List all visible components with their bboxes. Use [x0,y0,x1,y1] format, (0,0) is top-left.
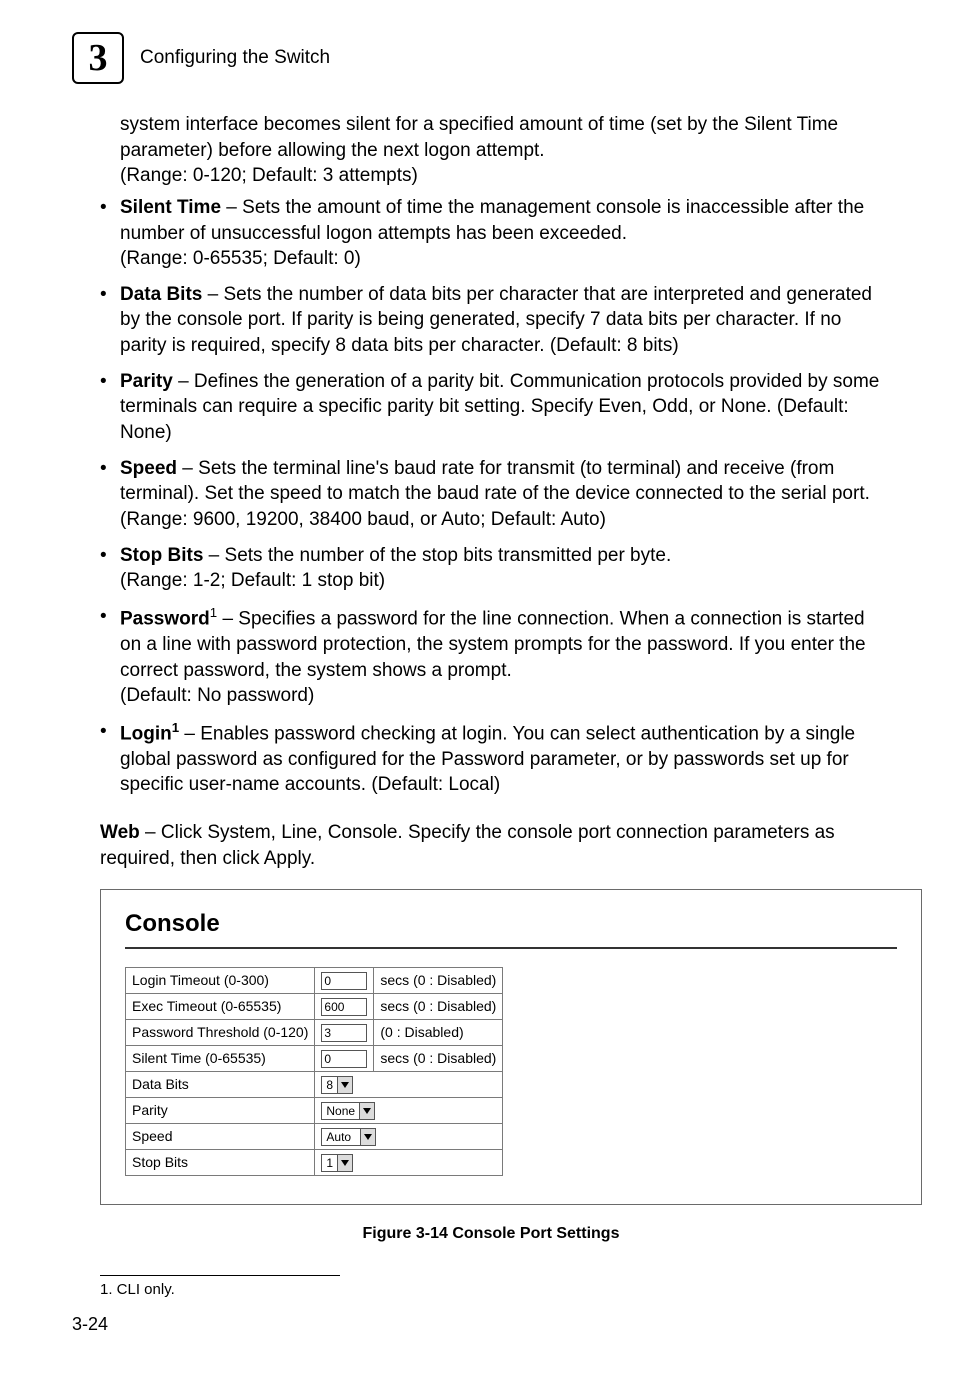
cell-value-data-bits: 8 [315,1071,503,1097]
range-silent-time: (Range: 0-65535; Default: 0) [120,248,361,269]
label-parity: Parity [120,371,173,392]
speed-value: Auto [322,1129,360,1145]
label-data-bits: Data Bits [120,284,202,305]
console-settings-table: Login Timeout (0-300) secs (0 : Disabled… [125,967,503,1176]
stop-bits-select[interactable]: 1 [321,1154,353,1172]
default-password: (Default: No password) [120,685,314,706]
text-data-bits: – Sets the number of data bits per chara… [120,284,872,356]
data-bits-select[interactable]: 8 [321,1076,353,1094]
cell-label-speed: Speed [126,1123,315,1149]
footnote: 1. CLI only. [100,1280,882,1300]
intro-text: system interface becomes silent for a sp… [120,114,838,161]
figure-caption: Figure 3-14 Console Port Settings [100,1223,882,1245]
table-row: Password Threshold (0-120) (0 : Disabled… [126,1019,503,1045]
text-silent-time: – Sets the amount of time the management… [120,197,864,244]
bullet-stop-bits: Stop Bits – Sets the number of the stop … [100,543,882,594]
page-number: 3-24 [72,1314,882,1335]
label-stop-bits: Stop Bits [120,545,203,566]
label-silent-time: Silent Time [120,197,221,218]
cell-value-login-timeout [315,967,374,993]
table-row: Silent Time (0-65535) secs (0 : Disabled… [126,1045,503,1071]
bullet-speed: Speed – Sets the terminal line's baud ra… [100,456,882,533]
web-label: Web [100,822,140,843]
table-row: Data Bits 8 [126,1071,503,1097]
table-row: Speed Auto [126,1123,503,1149]
intro-continuation: system interface becomes silent for a sp… [120,112,882,189]
cell-value-pwd-threshold [315,1019,374,1045]
page-title: Configuring the Switch [140,47,330,69]
cell-value-stop-bits: 1 [315,1149,503,1175]
text-password: – Specifies a password for the line conn… [120,608,866,680]
table-row: Exec Timeout (0-65535) secs (0 : Disable… [126,993,503,1019]
bullet-password: Password1 – Specifies a password for the… [100,604,882,709]
cell-value-speed: Auto [315,1123,503,1149]
cell-hint-login-timeout: secs (0 : Disabled) [374,967,503,993]
data-bits-value: 8 [322,1077,337,1093]
sup-login: 1 [172,720,179,735]
chapter-number-badge: 3 [72,32,124,84]
chevron-down-icon [360,1129,375,1145]
text-parity: – Defines the generation of a parity bit… [120,371,879,443]
chevron-down-icon [337,1077,352,1093]
cell-label-login-timeout: Login Timeout (0-300) [126,967,315,993]
label-password: Password [120,608,210,629]
login-timeout-input[interactable] [321,972,367,990]
parameter-list: Silent Time – Sets the amount of time th… [100,195,882,798]
web-paragraph: Web – Click System, Line, Console. Speci… [100,820,882,871]
cell-label-data-bits: Data Bits [126,1071,315,1097]
cell-label-pwd-threshold: Password Threshold (0-120) [126,1019,315,1045]
text-speed: – Sets the terminal line's baud rate for… [120,458,870,530]
cell-hint-silent-time: secs (0 : Disabled) [374,1045,503,1071]
range-stop-bits: (Range: 1-2; Default: 1 stop bit) [120,570,385,591]
bullet-data-bits: Data Bits – Sets the number of data bits… [100,282,882,359]
cell-hint-pwd-threshold: (0 : Disabled) [374,1019,503,1045]
cell-label-silent-time: Silent Time (0-65535) [126,1045,315,1071]
table-row: Parity None [126,1097,503,1123]
bullet-parity: Parity – Defines the generation of a par… [100,369,882,446]
bullet-login: Login1 – Enables password checking at lo… [100,719,882,798]
chevron-down-icon [337,1155,352,1171]
text-stop-bits: – Sets the number of the stop bits trans… [203,545,671,566]
silent-time-input[interactable] [321,1050,367,1068]
figure-title: Console [125,908,897,940]
password-threshold-input[interactable] [321,1024,367,1042]
chevron-down-icon [359,1103,374,1119]
cell-value-exec-timeout [315,993,374,1019]
parity-select[interactable]: None [321,1102,375,1120]
label-speed: Speed [120,458,177,479]
stop-bits-value: 1 [322,1155,337,1171]
web-text: – Click System, Line, Console. Specify t… [100,822,835,869]
cell-label-parity: Parity [126,1097,315,1123]
figure-box: Console Login Timeout (0-300) secs (0 : … [100,889,922,1205]
text-login: – Enables password checking at login. Yo… [120,723,855,795]
table-row: Login Timeout (0-300) secs (0 : Disabled… [126,967,503,993]
cell-hint-exec-timeout: secs (0 : Disabled) [374,993,503,1019]
figure-divider [125,947,897,949]
page-header: 3 Configuring the Switch [72,32,882,84]
cell-label-stop-bits: Stop Bits [126,1149,315,1175]
exec-timeout-input[interactable] [321,998,367,1016]
table-row: Stop Bits 1 [126,1149,503,1175]
cell-label-exec-timeout: Exec Timeout (0-65535) [126,993,315,1019]
cell-value-parity: None [315,1097,503,1123]
bullet-silent-time: Silent Time – Sets the amount of time th… [100,195,882,272]
footnote-rule [100,1275,340,1276]
parity-value: None [322,1103,359,1119]
cell-value-silent-time [315,1045,374,1071]
label-login: Login [120,723,172,744]
intro-range: (Range: 0-120; Default: 3 attempts) [120,165,418,186]
speed-select[interactable]: Auto [321,1128,376,1146]
